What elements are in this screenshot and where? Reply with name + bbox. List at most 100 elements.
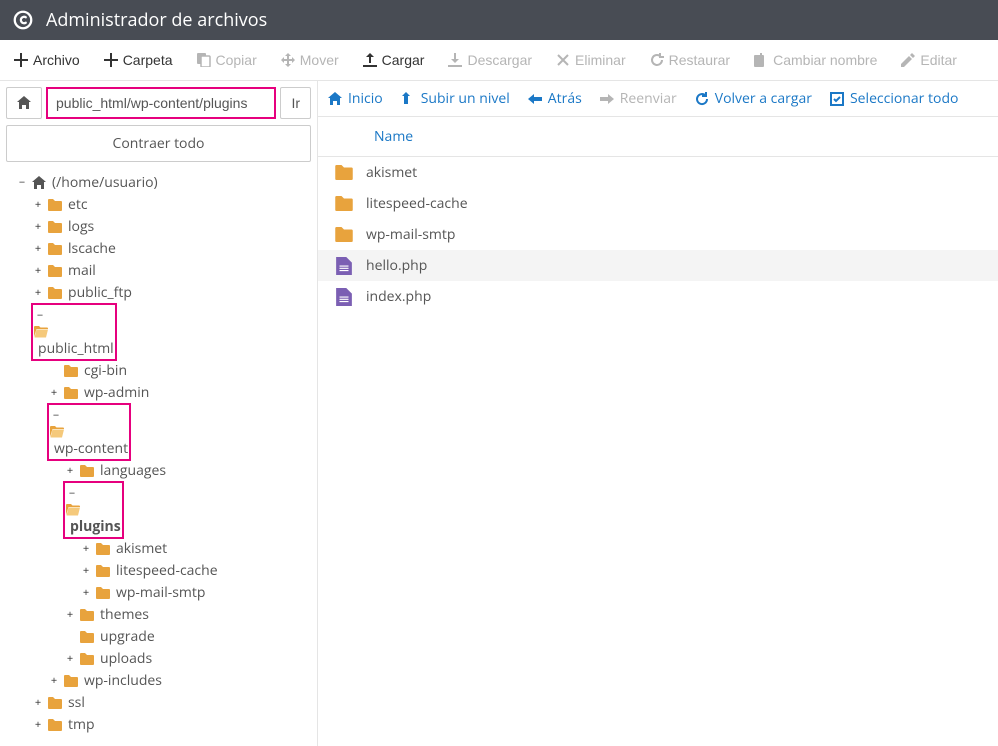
- archivo-button[interactable]: Archivo: [4, 48, 90, 72]
- collapse-icon[interactable]: −: [16, 177, 28, 189]
- reenviar-button[interactable]: Reenviar: [600, 89, 677, 108]
- file-row[interactable]: litespeed-cache: [318, 188, 998, 219]
- reenviar-label: Reenviar: [620, 89, 677, 108]
- tree-item-tmp[interactable]: + tmp: [32, 714, 311, 736]
- folder-open-icon: [34, 326, 114, 338]
- cargar-button[interactable]: Cargar: [353, 48, 435, 72]
- column-name[interactable]: Name: [374, 127, 413, 146]
- tree-item-etc[interactable]: +etc: [32, 194, 311, 216]
- file-icon: [334, 288, 354, 306]
- tree-item-akismet[interactable]: +akismet: [80, 538, 311, 560]
- volver-button[interactable]: Volver a cargar: [695, 89, 812, 108]
- folder-icon: [80, 653, 94, 665]
- expand-icon[interactable]: +: [80, 587, 92, 599]
- sidebar: Ir Contraer todo − (/home/usuario) +etc +…: [0, 81, 318, 746]
- expand-icon[interactable]: +: [64, 465, 76, 477]
- tree-item-themes[interactable]: + themes: [64, 604, 311, 626]
- download-icon: [448, 53, 462, 67]
- tree-label: themes: [100, 604, 149, 626]
- expand-icon[interactable]: +: [80, 543, 92, 555]
- expand-icon[interactable]: +: [64, 609, 76, 621]
- inicio-label: Inicio: [348, 89, 383, 108]
- file-row[interactable]: wp-mail-smtp: [318, 219, 998, 250]
- path-row: Ir: [6, 87, 311, 119]
- subir-label: Subir un nivel: [421, 89, 510, 108]
- tree-item-logs[interactable]: +logs: [32, 216, 311, 238]
- tree-item-wp-content[interactable]: −wp-content: [48, 404, 311, 460]
- tree-item-mail[interactable]: +mail: [32, 260, 311, 282]
- archivo-label: Archivo: [33, 52, 80, 68]
- tree-item-litespeed-cache[interactable]: +litespeed-cache: [80, 560, 311, 582]
- path-input[interactable]: [46, 87, 276, 119]
- copiar-button[interactable]: Copiar: [187, 48, 267, 72]
- expand-icon[interactable]: +: [48, 675, 60, 687]
- editar-button[interactable]: Editar: [891, 48, 967, 72]
- home-button[interactable]: [6, 87, 42, 119]
- carpeta-label: Carpeta: [123, 52, 173, 68]
- home-folder-icon: [32, 176, 46, 190]
- tree-item-wp-mail-smtp[interactable]: +wp-mail-smtp: [80, 582, 311, 604]
- tree-label: upgrade: [100, 626, 155, 648]
- tree-label: wp-admin: [84, 382, 149, 404]
- collapse-icon[interactable]: −: [66, 488, 78, 500]
- tree-item-upgrade[interactable]: upgrade: [64, 626, 311, 648]
- atras-button[interactable]: Atrás: [528, 89, 582, 108]
- tree-item-wp-includes[interactable]: +wp-includes: [48, 670, 311, 692]
- tree-item-public-ftp[interactable]: +public_ftp: [32, 282, 311, 304]
- table-header: Name: [318, 117, 998, 157]
- folder-tree: − (/home/usuario) +etc +logs +lscache +ma…: [6, 168, 311, 740]
- mover-button[interactable]: Mover: [271, 48, 349, 72]
- tree-item-uploads[interactable]: +uploads: [64, 648, 311, 670]
- file-row[interactable]: hello.php: [318, 250, 998, 281]
- folder-icon: [334, 227, 354, 242]
- collapse-all-button[interactable]: Contraer todo: [6, 125, 311, 162]
- file-name: wp-mail-smtp: [366, 225, 455, 244]
- restaurar-button[interactable]: Restaurar: [640, 48, 740, 72]
- tree-item-cgi-bin[interactable]: cgi-bin: [48, 360, 311, 382]
- plus-icon: [104, 53, 118, 67]
- tree-root[interactable]: − (/home/usuario): [16, 172, 311, 194]
- collapse-icon[interactable]: −: [50, 410, 62, 422]
- tree-item-ssl[interactable]: +ssl: [32, 692, 311, 714]
- expand-icon[interactable]: +: [64, 653, 76, 665]
- carpeta-button[interactable]: Carpeta: [94, 48, 183, 72]
- tree-item-plugins[interactable]: −plugins: [64, 482, 311, 538]
- file-name: hello.php: [366, 256, 427, 275]
- file-list: akismetlitespeed-cache wp-mail-smtp hello.…: [318, 157, 998, 312]
- upload-icon: [363, 53, 377, 67]
- inicio-button[interactable]: Inicio: [328, 89, 383, 108]
- folder-icon: [48, 243, 62, 255]
- expand-icon[interactable]: +: [32, 265, 44, 277]
- folder-icon: [96, 565, 110, 577]
- expand-icon[interactable]: +: [32, 697, 44, 709]
- cambiar-nombre-button[interactable]: Cambiar nombre: [744, 48, 887, 72]
- expand-icon[interactable]: +: [32, 199, 44, 211]
- expand-icon[interactable]: +: [80, 565, 92, 577]
- tree-item-languages[interactable]: +languages: [64, 460, 311, 482]
- tree-label: tmp: [68, 714, 95, 736]
- descargar-button[interactable]: Descargar: [438, 48, 542, 72]
- tree-item-public-html[interactable]: −public_html: [32, 304, 311, 360]
- expand-icon[interactable]: +: [32, 243, 44, 255]
- subir-button[interactable]: Subir un nivel: [401, 89, 510, 108]
- expand-icon[interactable]: +: [48, 387, 60, 399]
- seleccionar-button[interactable]: Seleccionar todo: [830, 89, 958, 108]
- tree-item-lscache[interactable]: +lscache: [32, 238, 311, 260]
- tree-root-label: (/home/usuario): [52, 172, 158, 194]
- cambiar-nombre-label: Cambiar nombre: [773, 52, 877, 68]
- main-area: Ir Contraer todo − (/home/usuario) +etc +…: [0, 81, 998, 746]
- folder-icon: [80, 465, 94, 477]
- expand-icon[interactable]: +: [32, 719, 44, 731]
- tree-item-wp-admin[interactable]: + wp-admin: [48, 382, 311, 404]
- expand-icon[interactable]: +: [32, 221, 44, 233]
- file-row[interactable]: akismet: [318, 157, 998, 188]
- folder-icon: [48, 221, 62, 233]
- eliminar-button[interactable]: Eliminar: [546, 48, 636, 72]
- seleccionar-label: Seleccionar todo: [850, 89, 958, 108]
- collapse-icon[interactable]: −: [34, 310, 46, 322]
- folder-icon: [334, 196, 354, 211]
- file-row[interactable]: index.php: [318, 281, 998, 312]
- copy-icon: [197, 53, 211, 67]
- expand-icon[interactable]: +: [32, 287, 44, 299]
- go-button[interactable]: Ir: [280, 87, 311, 119]
